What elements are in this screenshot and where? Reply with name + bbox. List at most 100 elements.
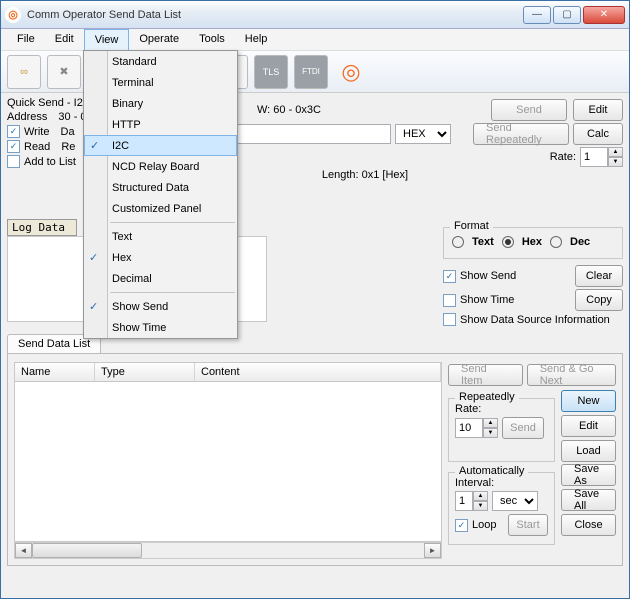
scroll-left[interactable]: ◄ (15, 543, 32, 558)
minimize-button[interactable]: ― (523, 6, 551, 24)
showdsi-checkbox[interactable] (443, 313, 456, 326)
rep-rate-input[interactable] (455, 418, 483, 438)
send-button[interactable]: Send (491, 99, 567, 121)
format-dec-radio[interactable] (550, 236, 562, 248)
check-icon: ✓ (89, 251, 98, 264)
interval-label: Interval: (455, 477, 548, 489)
menu-file[interactable]: File (7, 29, 45, 50)
rate-up[interactable]: ▲ (608, 147, 623, 157)
dd-customized[interactable]: Customized Panel (84, 198, 237, 219)
menu-tools[interactable]: Tools (189, 29, 235, 50)
dd-showsend[interactable]: ✓Show Send (84, 296, 237, 317)
format-title: Format (450, 220, 493, 232)
toolbar-icon-1[interactable]: ∞ (7, 55, 41, 89)
automatically-group: Automatically Interval: ▲▼ sec ✓ Loop (448, 472, 555, 545)
titlebar: ◎ Comm Operator Send Data List ― ▢ ✕ (1, 1, 629, 29)
menu-operate[interactable]: Operate (129, 29, 189, 50)
read-short: Re (61, 141, 75, 153)
close-button[interactable]: ✕ (583, 6, 625, 24)
col-name[interactable]: Name (15, 363, 95, 381)
length-label: Length: 0x1 [Hex] (322, 169, 408, 181)
load-button[interactable]: Load (561, 440, 616, 462)
rep-rate-label: Rate: (455, 403, 548, 415)
format-hex-radio[interactable] (502, 236, 514, 248)
toolbar-icon-target[interactable]: ◎ (334, 55, 368, 89)
menu-edit[interactable]: Edit (45, 29, 84, 50)
showtime-checkbox[interactable] (443, 294, 456, 307)
toolbar-icon-2[interactable]: ✖ (47, 55, 81, 89)
app-icon: ◎ (5, 7, 21, 23)
dd-http[interactable]: HTTP (84, 114, 237, 135)
repeatedly-group: Repeatedly Rate: ▲▼ Send (448, 398, 555, 462)
format-group: Format Text Hex Dec (443, 227, 623, 259)
menu-view[interactable]: View (84, 29, 130, 50)
start-button[interactable]: Start (508, 514, 548, 536)
addlist-checkbox[interactable] (7, 155, 20, 168)
send-repeatedly-button[interactable]: Send Repeatedly (473, 123, 569, 145)
w-label: W: 60 - 0x3C (257, 104, 321, 116)
dd-decimal[interactable]: Decimal (84, 268, 237, 289)
col-type[interactable]: Type (95, 363, 195, 381)
auto-title: Automatically (455, 465, 528, 477)
check-icon: ✓ (90, 139, 99, 152)
rate-spinner[interactable]: ▲▼ (580, 147, 623, 167)
rep-send-button[interactable]: Send (502, 417, 544, 439)
rate-down[interactable]: ▼ (608, 157, 623, 167)
unit-select[interactable]: sec (492, 491, 538, 511)
menubar: File Edit View Operate Tools Help (1, 29, 629, 51)
h-scrollbar[interactable]: ◄ ► (14, 542, 442, 559)
dd-text[interactable]: Text (84, 226, 237, 247)
list-body[interactable] (14, 382, 442, 542)
edit2-button[interactable]: Edit (561, 415, 616, 437)
scroll-thumb[interactable] (32, 543, 142, 558)
dd-standard[interactable]: Standard (84, 51, 237, 72)
calc-button[interactable]: Calc (573, 123, 623, 145)
showdsi-label: Show Data Source Information (460, 314, 610, 326)
toolbar-icon-ftdi[interactable]: FTDI (294, 55, 328, 89)
dd-i2c[interactable]: ✓I2C (84, 135, 237, 156)
repeatedly-title: Repeatedly (455, 391, 519, 403)
interval-spinner[interactable]: ▲▼ (455, 491, 488, 511)
menu-help[interactable]: Help (235, 29, 278, 50)
showtime-label: Show Time (460, 294, 571, 306)
clear-button[interactable]: Clear (575, 265, 623, 287)
logdata-title: Log Data (7, 219, 77, 236)
maximize-button[interactable]: ▢ (553, 6, 581, 24)
sendgonext-button[interactable]: Send & Go Next (527, 364, 616, 386)
rate-input[interactable] (580, 147, 608, 167)
showsend-label: Show Send (460, 270, 571, 282)
scroll-right[interactable]: ► (424, 543, 441, 558)
showsend-checkbox[interactable]: ✓ (443, 270, 456, 283)
loop-label: Loop (472, 519, 504, 531)
dd-structured[interactable]: Structured Data (84, 177, 237, 198)
col-content[interactable]: Content (195, 363, 441, 381)
new-button[interactable]: New (561, 390, 616, 412)
senditem-button[interactable]: Send Item (448, 364, 523, 386)
write-label: Write (24, 126, 49, 138)
toolbar-icon-tls[interactable]: TLS (254, 55, 288, 89)
saveall-button[interactable]: Save All (561, 489, 616, 511)
dd-binary[interactable]: Binary (84, 93, 237, 114)
write-short: Da (61, 126, 75, 138)
addlist-label: Add to List (24, 156, 76, 168)
saveas-button[interactable]: Save As (561, 464, 616, 486)
view-dropdown: Standard Terminal Binary HTTP ✓I2C NCD R… (83, 50, 238, 339)
edit-button[interactable]: Edit (573, 99, 623, 121)
dd-hex[interactable]: ✓Hex (84, 247, 237, 268)
dd-terminal[interactable]: Terminal (84, 72, 237, 93)
interval-input[interactable] (455, 491, 473, 511)
read-checkbox[interactable]: ✓ (7, 140, 20, 153)
address-label: Address (7, 111, 47, 123)
dd-showtime[interactable]: Show Time (84, 317, 237, 338)
format-text-radio[interactable] (452, 236, 464, 248)
check-icon: ✓ (89, 300, 98, 313)
close2-button[interactable]: Close (561, 514, 616, 536)
rep-rate-spinner[interactable]: ▲▼ (455, 418, 498, 438)
format-select[interactable]: HEX (395, 124, 451, 144)
dd-ncd[interactable]: NCD Relay Board (84, 156, 237, 177)
window-title: Comm Operator Send Data List (27, 9, 523, 21)
loop-checkbox[interactable]: ✓ (455, 519, 468, 532)
copy-button[interactable]: Copy (575, 289, 623, 311)
list-header: Name Type Content (14, 362, 442, 382)
write-checkbox[interactable]: ✓ (7, 125, 20, 138)
